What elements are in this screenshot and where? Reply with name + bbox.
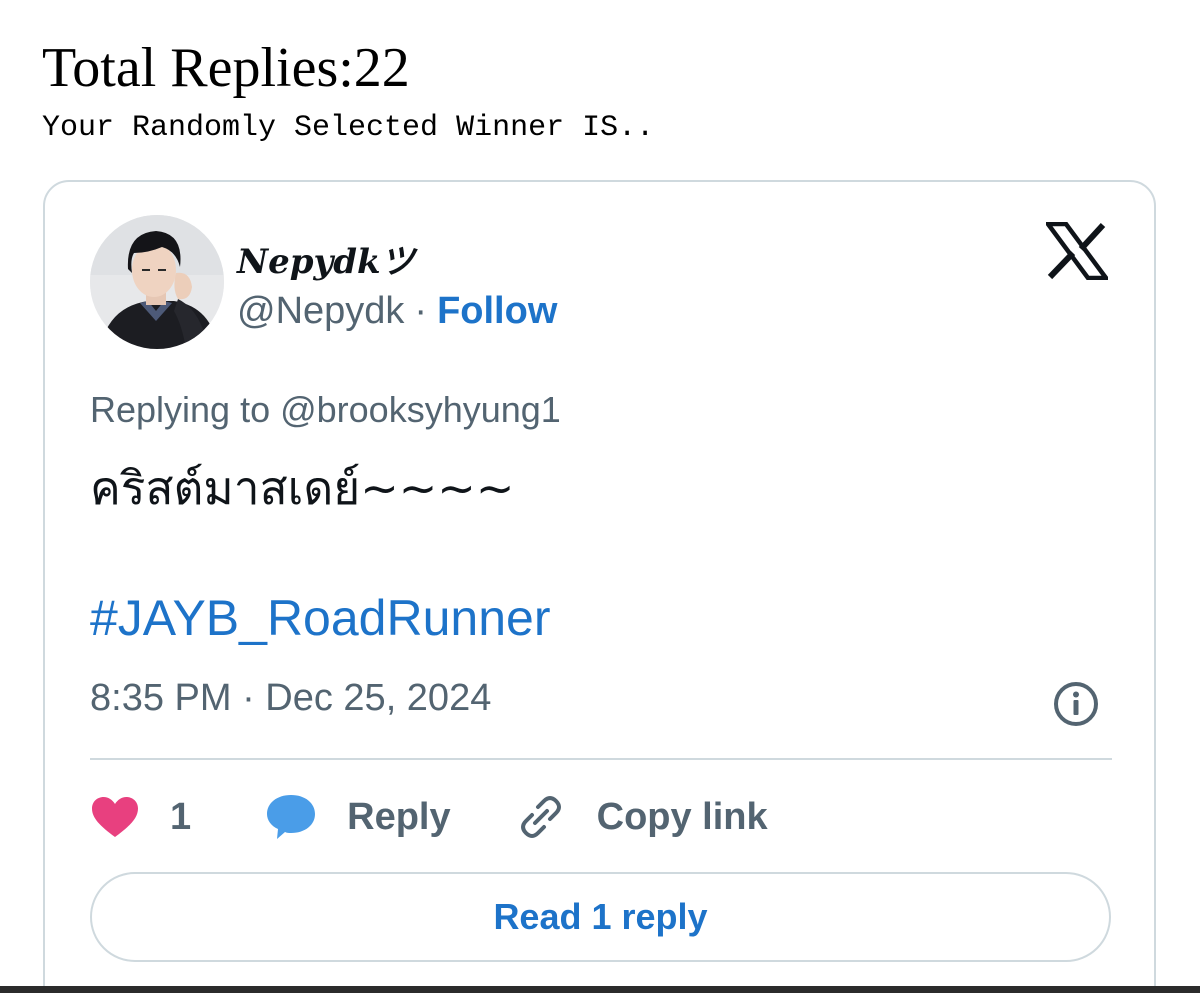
copy-link-button[interactable]: Copy link bbox=[517, 793, 768, 841]
heart-icon bbox=[92, 797, 138, 837]
separator-dot: · bbox=[414, 290, 428, 332]
avatar[interactable] bbox=[90, 215, 224, 349]
speech-bubble-icon bbox=[267, 795, 316, 839]
user-handle[interactable]: @Nepydk bbox=[237, 290, 404, 332]
action-bar: 1 Reply Copy link bbox=[90, 787, 768, 847]
reply-button[interactable]: Reply bbox=[265, 793, 451, 841]
read-reply-button[interactable]: Read 1 reply bbox=[90, 872, 1111, 962]
bottom-edge-bar bbox=[0, 986, 1200, 993]
tweet-timestamp[interactable]: 8:35 PM · Dec 25, 2024 bbox=[90, 677, 491, 720]
reply-label: Reply bbox=[347, 795, 451, 838]
tweet-embed-card[interactable]: Nepydkツ @Nepydk · Follow Replying to @broo… bbox=[43, 180, 1156, 993]
like-count: 1 bbox=[170, 795, 192, 838]
total-replies-heading: Total Replies:22 bbox=[42, 37, 410, 99]
divider bbox=[90, 758, 1112, 760]
avatar-photo bbox=[90, 215, 224, 349]
link-icon bbox=[520, 796, 561, 838]
like-button[interactable]: 1 bbox=[90, 795, 191, 839]
tweet-text: คริสต์มาสเดย์~~~~ bbox=[90, 461, 515, 515]
hashtag-link[interactable]: #JAYB_RoadRunner bbox=[90, 589, 550, 647]
replying-to-label: Replying to @brooksyhyung1 bbox=[90, 389, 561, 430]
display-name[interactable]: Nepydkツ bbox=[237, 234, 415, 283]
copy-link-label: Copy link bbox=[596, 795, 768, 838]
info-icon[interactable] bbox=[1052, 680, 1100, 728]
page: Total Replies:22 Your Randomly Selected … bbox=[0, 0, 1200, 993]
follow-button[interactable]: Follow bbox=[437, 290, 557, 332]
x-logo-icon[interactable] bbox=[1046, 222, 1108, 280]
winner-announcement: Your Randomly Selected Winner IS.. bbox=[42, 111, 655, 145]
handle-row: @Nepydk · Follow bbox=[237, 290, 557, 333]
